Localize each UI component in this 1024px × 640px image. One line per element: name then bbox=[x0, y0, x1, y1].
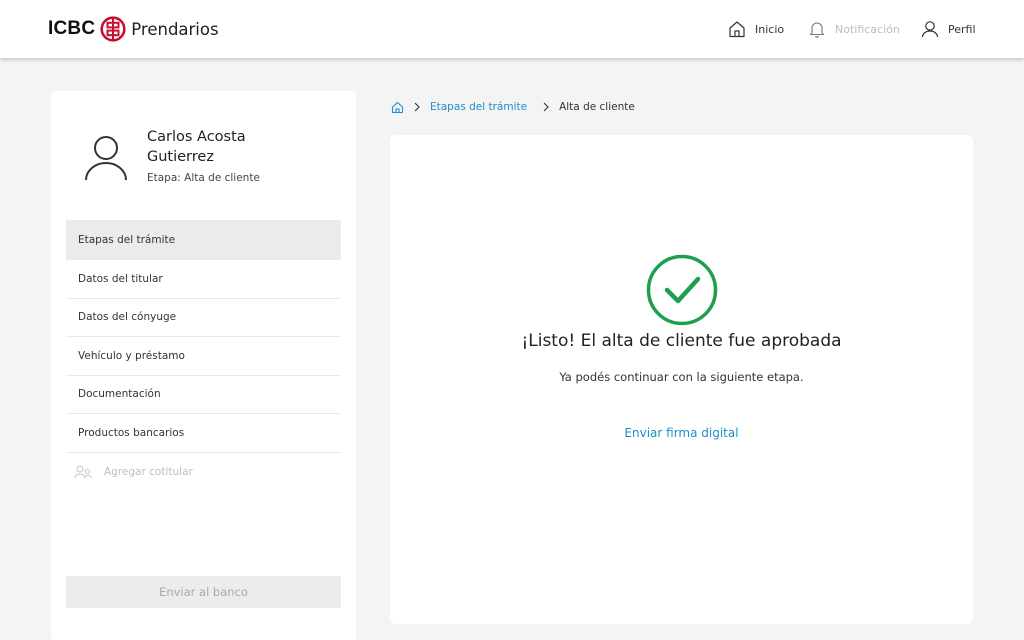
top-bar: ICBC Prendarios Inicio Notificación Perf… bbox=[0, 0, 1024, 58]
brand-icbc-text: ICBC bbox=[48, 18, 96, 39]
nav-perfil[interactable]: Perfil bbox=[920, 17, 976, 41]
nav-perfil-label: Perfil bbox=[948, 22, 976, 36]
client-avatar-icon bbox=[85, 136, 127, 181]
brand-name: Prendarios bbox=[131, 19, 219, 39]
sidebar-item-documentacion[interactable]: Documentación bbox=[66, 376, 341, 414]
sidebar-item-label: Vehículo y préstamo bbox=[78, 349, 185, 362]
client-stage: Etapa: Alta de cliente bbox=[147, 172, 260, 184]
add-users-icon bbox=[74, 465, 92, 478]
sidebar-item-agregar-cotitular[interactable]: Agregar cotitular bbox=[66, 453, 341, 492]
send-to-bank-button[interactable]: Enviar al banco bbox=[66, 576, 341, 608]
sidebar-menu: Etapas del trámite Datos del titular Dat… bbox=[66, 220, 341, 491]
bell-icon bbox=[809, 22, 825, 38]
success-title: ¡Listo! El alta de cliente fue aprobada bbox=[521, 331, 842, 351]
nav-notificacion[interactable]: Notificación bbox=[807, 17, 900, 41]
sidebar-item-label: Datos del titular bbox=[78, 272, 163, 285]
chevron-right-icon bbox=[414, 102, 420, 112]
chevron-right-icon bbox=[543, 102, 549, 112]
sidebar-item-datos-conyuge[interactable]: Datos del cónyuge bbox=[66, 299, 341, 337]
sidebar-item-label: Etapas del trámite bbox=[78, 234, 176, 246]
user-icon bbox=[921, 21, 939, 38]
sidebar-item-etapas[interactable]: Etapas del trámite bbox=[66, 220, 341, 260]
success-subtitle: Ya podés continuar con la siguiente etap… bbox=[559, 370, 804, 384]
sidebar-item-label: Agregar cotitular bbox=[104, 465, 193, 478]
send-digital-signature-link[interactable]: Enviar firma digital bbox=[390, 426, 973, 440]
breadcrumb-current: Alta de cliente bbox=[559, 101, 635, 113]
nav-inicio[interactable]: Inicio bbox=[727, 17, 784, 41]
breadcrumb-home-icon[interactable] bbox=[391, 101, 404, 114]
icbc-logo-icon bbox=[100, 16, 126, 42]
sidebar-item-vehiculo[interactable]: Vehículo y préstamo bbox=[66, 337, 341, 376]
client-name: Carlos Acosta Gutierrez bbox=[147, 129, 246, 165]
breadcrumb: Etapas del trámite Alta de cliente bbox=[391, 98, 635, 116]
nav-inicio-label: Inicio bbox=[755, 22, 785, 36]
breadcrumb-link-etapas[interactable]: Etapas del trámite bbox=[430, 101, 527, 113]
success-check-icon bbox=[646, 254, 718, 326]
home-icon bbox=[729, 21, 745, 38]
sidebar-item-datos-titular[interactable]: Datos del titular bbox=[66, 260, 341, 299]
main-card: ¡Listo! El alta de cliente fue aprobada … bbox=[390, 135, 973, 624]
sidebar: Carlos Acosta Gutierrez Etapa: Alta de c… bbox=[51, 91, 356, 640]
nav-notificacion-label: Notificación bbox=[835, 22, 900, 36]
sidebar-item-label: Productos bancarios bbox=[78, 426, 185, 439]
brand-logo[interactable]: ICBC Prendarios bbox=[48, 15, 219, 43]
sidebar-item-label: Documentación bbox=[78, 388, 161, 401]
sidebar-item-productos[interactable]: Productos bancarios bbox=[66, 414, 341, 453]
sidebar-item-label: Datos del cónyuge bbox=[78, 311, 177, 324]
